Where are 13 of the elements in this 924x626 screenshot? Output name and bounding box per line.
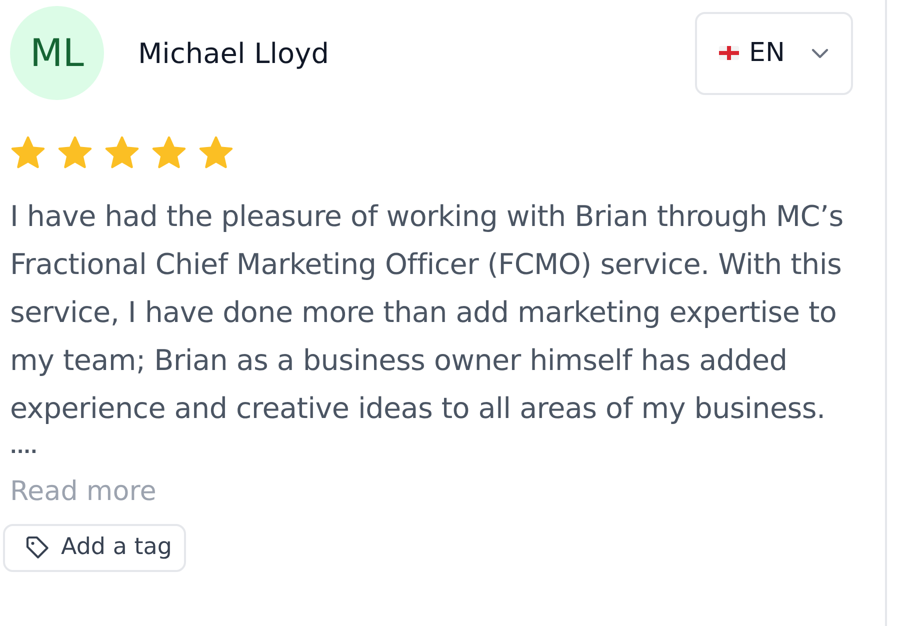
star-icon <box>198 136 234 170</box>
star-icon <box>104 136 140 170</box>
add-tag-button[interactable]: Add a tag <box>3 524 186 572</box>
ellipsis: .... <box>10 436 38 460</box>
star-icon <box>10 136 46 170</box>
avatar: ML <box>10 6 104 100</box>
flag-icon <box>719 46 740 60</box>
language-dropdown[interactable]: EN <box>695 12 853 94</box>
reviewer-name: Michael Lloyd <box>138 36 330 70</box>
star-icon <box>57 136 93 170</box>
chevron-down-icon <box>810 48 829 58</box>
star-icon <box>151 136 187 170</box>
review-text: I have had the pleasure of working with Brian through MC’s Fractional Chief Marketing Officer (FCMO) service. With this service, I have done more than add marketing expertise to my team; Brian as a business owner himself has added experience and creative ideas to all areas of my business. <box>10 198 844 427</box>
